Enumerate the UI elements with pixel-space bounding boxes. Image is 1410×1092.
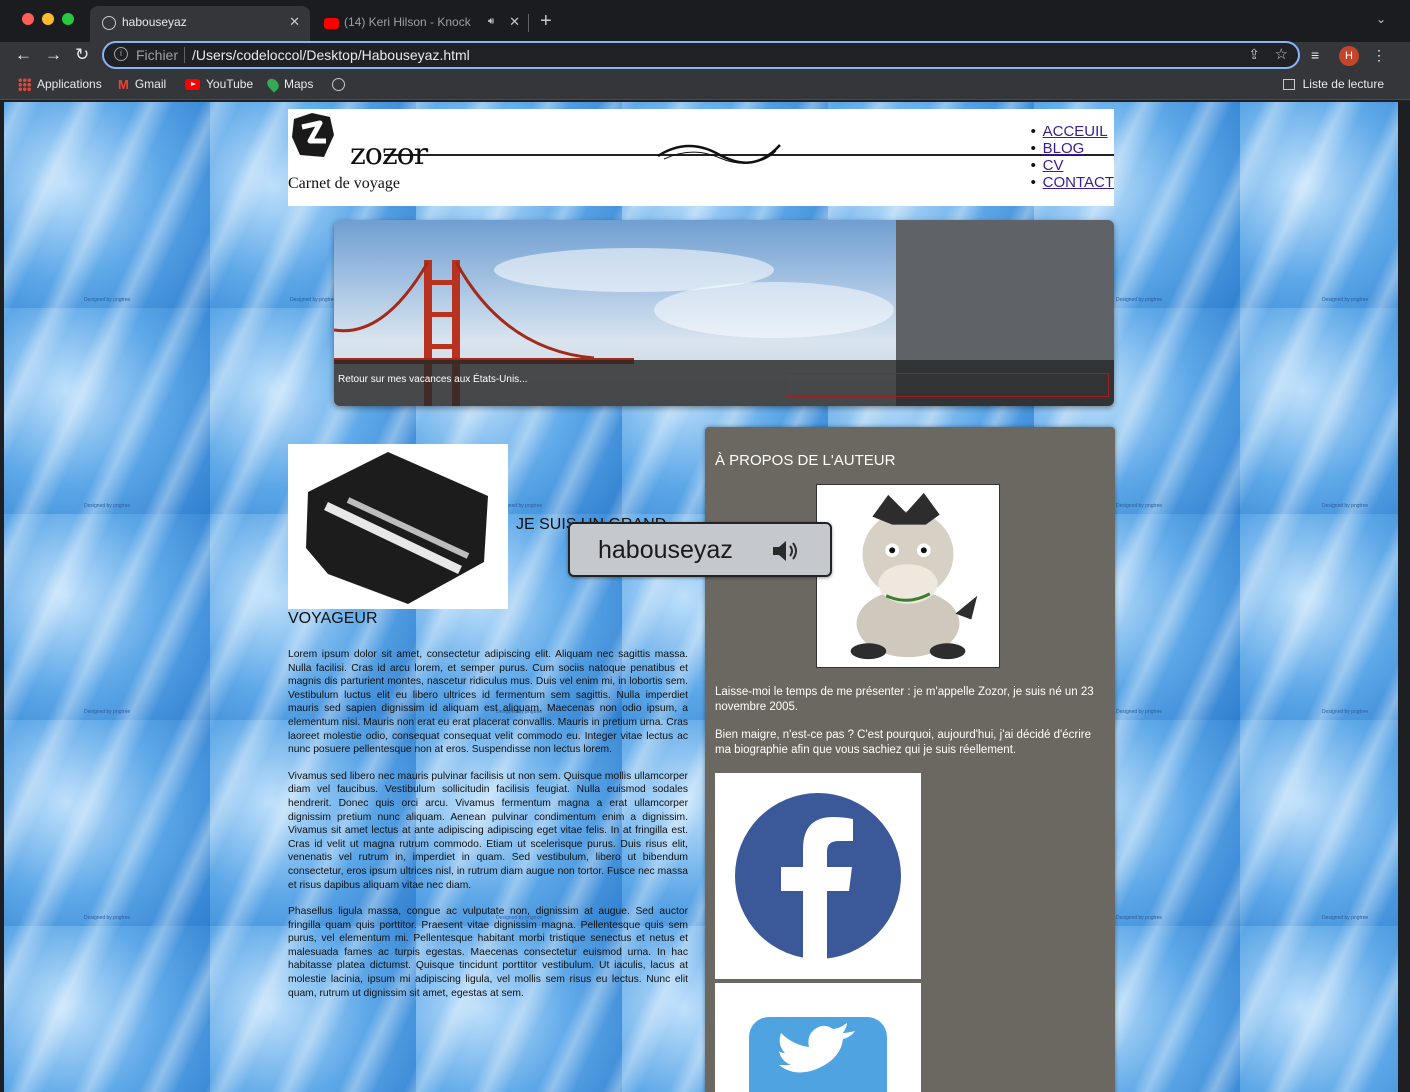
address-bar[interactable]: i Fichier /Users/codeloccol/Desktop/Habo… — [102, 41, 1300, 69]
main-nav: ACCEUIL BLOG CV CONTACT — [1031, 123, 1114, 191]
youtube-icon — [324, 18, 339, 29]
bookmark-label: Applications — [37, 77, 102, 91]
nav-item-contact: CONTACT — [1031, 174, 1114, 191]
tab-title: (14) Keri Hilson - Knock Yo — [344, 15, 474, 29]
banner-thumbnail-strip[interactable] — [785, 373, 1109, 397]
bookmark-label: Gmail — [134, 77, 167, 91]
url-text[interactable]: /Users/codeloccol/Desktop/Habouseyaz.htm… — [192, 47, 470, 63]
toolbar: ← → ↻ i Fichier /Users/codeloccol/Deskto… — [0, 41, 1410, 72]
tile-watermark: Designed by pngtree — [1322, 709, 1369, 715]
tile-watermark: Designed by pngtree — [84, 297, 131, 303]
bookmark-maps[interactable]: Maps — [264, 76, 314, 93]
url-divider — [184, 47, 185, 63]
tab-divider — [528, 14, 529, 32]
logo-text: zozor — [350, 137, 428, 172]
speaker-icon — [773, 541, 797, 561]
page-viewport: Designed by pngtree Designed by pngtree … — [4, 102, 1398, 1092]
globe-icon — [102, 16, 116, 30]
nav-item-accueil: ACCEUIL — [1031, 123, 1114, 140]
maps-pin-icon — [264, 76, 282, 93]
info-icon[interactable]: i — [114, 47, 128, 61]
tile-watermark: Designed by pngtree — [1322, 915, 1369, 921]
sidebar-title: À PROPOS DE L'AUTEUR — [715, 452, 896, 469]
minimize-window-button[interactable] — [42, 13, 54, 25]
bookmarks-bar: Applications M Gmail YouTube Maps Liste d… — [0, 72, 1410, 100]
speech-bubble-logo-image — [288, 444, 508, 609]
bookmark-star-icon[interactable]: ☆ — [1275, 45, 1288, 63]
tab-youtube[interactable]: (14) Keri Hilson - Knock Yo 🔊︎ ✕ — [312, 6, 530, 42]
site-header: zozor Carnet de voyage ACCEUIL BLOG CV C… — [288, 109, 1114, 206]
tab-title: habouseyaz — [122, 15, 187, 29]
reading-list-label: Liste de lecture — [1302, 77, 1384, 91]
author-bio: Laisse-moi le temps de me présenter : je… — [715, 685, 1107, 771]
nav-item-cv: CV — [1031, 157, 1114, 174]
back-arrow-icon[interactable]: ← — [15, 45, 32, 65]
nav-link-accueil[interactable]: ACCEUIL — [1043, 123, 1108, 140]
banner-caption: Retour sur mes vacances aux États-Unis..… — [338, 374, 528, 385]
bio-paragraph: Laisse-moi le temps de me présenter : je… — [715, 686, 1094, 713]
youtube-icon — [185, 79, 200, 91]
bookmark-label: YouTube — [206, 77, 254, 91]
tile-watermark: Designed by pngtree — [1116, 709, 1163, 715]
tile-watermark: Designed by pngtree — [1322, 503, 1369, 509]
tile-watermark: Designed by pngtree — [1322, 297, 1369, 303]
bookmark-label: Maps — [284, 77, 314, 91]
browser-chrome: habouseyaz ✕ (14) Keri Hilson - Knock Yo… — [0, 0, 1410, 102]
hero-banner[interactable]: Retour sur mes vacances aux États-Unis..… — [334, 220, 1114, 406]
swirl-ornament-icon — [658, 144, 781, 164]
gmail-icon: M — [118, 77, 129, 93]
bookmark-gmail[interactable]: M Gmail — [118, 77, 166, 92]
forward-arrow-icon[interactable]: → — [45, 45, 62, 65]
banner-caption-bar: Retour sur mes vacances aux États-Unis..… — [334, 360, 1114, 406]
facebook-icon[interactable] — [715, 773, 921, 979]
reload-icon[interactable]: ↻ — [75, 45, 89, 65]
bio-paragraph: Bien maigre, n'est-ce pas ? C'est pourqu… — [715, 729, 1091, 756]
tooltip-text: habouseyaz — [598, 536, 733, 564]
site-tagline: Carnet de voyage — [288, 175, 400, 192]
share-icon[interactable]: ⇪ — [1248, 46, 1260, 63]
close-tab-icon[interactable]: ✕ — [289, 14, 300, 30]
tile-watermark: Designed by pngtree — [1116, 915, 1163, 921]
tile-watermark: Designed by pngtree — [84, 709, 131, 715]
close-tab-icon[interactable]: ✕ — [509, 14, 520, 30]
tab-strip: habouseyaz ✕ (14) Keri Hilson - Knock Yo… — [0, 0, 1410, 42]
globe-icon — [332, 78, 345, 92]
bookmark-applications[interactable]: Applications — [18, 77, 102, 92]
article-body: Lorem ipsum dolor sit amet, consectetur … — [288, 648, 688, 1013]
bookmark-globe[interactable] — [332, 77, 351, 92]
apps-grid-icon — [18, 78, 31, 92]
article-paragraph: Lorem ipsum dolor sit amet, consectetur … — [288, 649, 688, 756]
tile-watermark: Designed by pngtree — [84, 915, 131, 921]
article-paragraph: Phasellus ligula massa, congue ac vulput… — [288, 906, 688, 999]
tab-hover-tooltip: habouseyaz — [568, 522, 832, 577]
reading-list-button[interactable]: Liste de lecture — [1282, 77, 1384, 91]
url-scheme-label: Fichier — [136, 47, 179, 63]
new-tab-icon[interactable]: + — [540, 10, 552, 33]
media-control-icon[interactable]: ≡ — [1311, 47, 1319, 63]
profile-avatar[interactable]: H — [1339, 46, 1359, 66]
article-title-part2: VOYAGEUR — [288, 610, 378, 627]
nav-item-blog: BLOG — [1031, 140, 1114, 157]
kebab-menu-icon[interactable]: ⋮ — [1372, 47, 1386, 64]
bookmark-youtube[interactable]: YouTube — [185, 77, 253, 91]
nav-link-cv[interactable]: CV — [1043, 157, 1064, 174]
tile-watermark: Designed by pngtree — [1116, 297, 1163, 303]
nav-link-blog[interactable]: BLOG — [1043, 140, 1085, 157]
tile-watermark: Designed by pngtree — [290, 297, 337, 303]
audio-playing-icon[interactable]: 🔊︎ — [488, 16, 494, 27]
reading-list-icon — [1282, 79, 1295, 91]
tile-watermark: Designed by pngtree — [84, 503, 131, 509]
tab-habouseyaz[interactable]: habouseyaz ✕ — [90, 6, 310, 42]
tab-search-chevron-icon[interactable]: ⌄ — [1376, 12, 1386, 26]
tile-watermark: Designed by pngtree — [1116, 503, 1163, 509]
article-paragraph: Vivamus sed libero nec mauris pulvinar f… — [288, 770, 688, 891]
zoom-window-button[interactable] — [62, 13, 74, 25]
zozor-logo-icon — [292, 113, 334, 157]
nav-link-contact[interactable]: CONTACT — [1043, 174, 1114, 191]
close-window-button[interactable] — [22, 13, 34, 25]
zozor-donkey-avatar — [816, 484, 1000, 668]
twitter-icon[interactable] — [715, 983, 921, 1092]
